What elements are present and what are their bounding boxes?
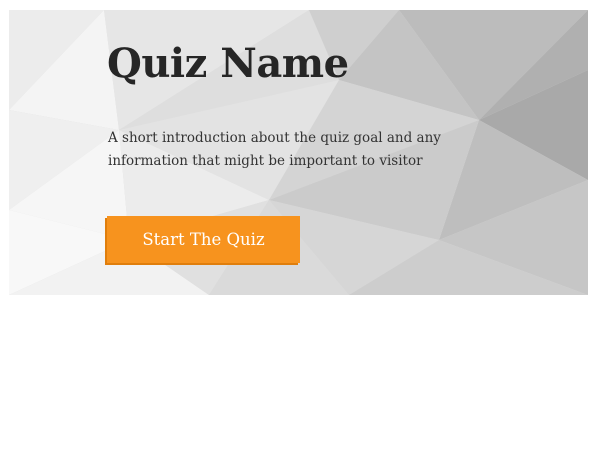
quiz-hero-banner: Quiz Name A short introduction about the…	[9, 10, 588, 295]
quiz-introduction-text: A short introduction about the quiz goal…	[108, 130, 441, 169]
start-quiz-button[interactable]: Start The Quiz	[107, 216, 300, 263]
quiz-title: Quiz Name	[107, 40, 349, 87]
quiz-intro-page: Quiz Name A short introduction about the…	[0, 0, 600, 459]
